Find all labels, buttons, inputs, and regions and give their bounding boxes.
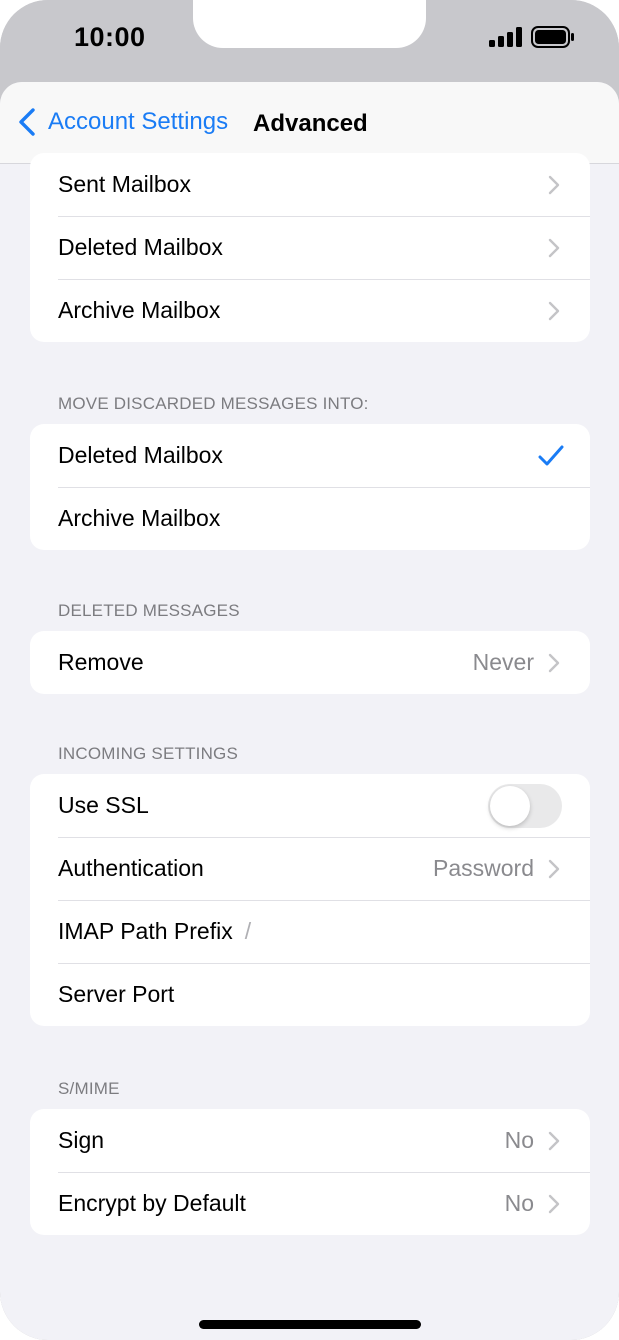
encrypt-by-default-row[interactable]: Encrypt by Default No xyxy=(30,1172,590,1235)
checkmark-icon xyxy=(538,445,564,465)
status-icons xyxy=(489,24,575,50)
row-label: Authentication xyxy=(58,855,204,881)
row-label: Deleted Mailbox xyxy=(58,442,223,468)
cellular-signal-icon xyxy=(489,27,522,47)
deleted-mailbox-row[interactable]: Deleted Mailbox xyxy=(30,216,590,279)
authentication-value: Password xyxy=(433,855,534,881)
discard-archive-mailbox-option[interactable]: Archive Mailbox xyxy=(30,487,590,550)
smime-group: Sign No Encrypt by Default No xyxy=(30,1109,590,1235)
server-port-row[interactable]: Server Port xyxy=(30,963,590,1026)
row-label: Use SSL xyxy=(58,792,149,818)
navigation-bar: Account Settings Advanced xyxy=(0,82,619,164)
row-label: Server Port xyxy=(58,981,175,1007)
sign-row[interactable]: Sign No xyxy=(30,1109,590,1172)
row-label: Sent Mailbox xyxy=(58,171,191,197)
mailbox-group: Sent Mailbox Deleted Mailbox Archive Mai… xyxy=(30,153,590,342)
discard-section-header: MOVE DISCARDED MESSAGES INTO: xyxy=(58,394,369,413)
chevron-right-icon xyxy=(548,1131,560,1150)
deleted-messages-group: Remove Never xyxy=(30,631,590,694)
chevron-right-icon xyxy=(548,653,560,672)
use-ssl-row: Use SSL xyxy=(30,774,590,837)
chevron-right-icon xyxy=(548,238,560,257)
row-label: IMAP Path Prefix xyxy=(58,918,233,944)
deleted-messages-section-header: DELETED MESSAGES xyxy=(58,601,240,620)
sent-mailbox-row[interactable]: Sent Mailbox xyxy=(30,153,590,216)
remove-row[interactable]: Remove Never xyxy=(30,631,590,694)
toggle-knob xyxy=(490,785,530,826)
sign-value: No xyxy=(504,1127,534,1153)
smime-section-header: S/MIME xyxy=(58,1079,120,1098)
row-label: Archive Mailbox xyxy=(58,297,221,323)
row-label: Deleted Mailbox xyxy=(58,234,223,260)
imap-path-prefix-row[interactable]: IMAP Path Prefix / xyxy=(30,900,590,963)
row-label: Sign xyxy=(58,1127,105,1153)
chevron-right-icon xyxy=(548,175,560,194)
incoming-settings-section-header: INCOMING SETTINGS xyxy=(58,744,239,763)
page-title: Advanced xyxy=(253,110,368,137)
row-label: Encrypt by Default xyxy=(58,1190,246,1216)
archive-mailbox-row[interactable]: Archive Mailbox xyxy=(30,279,590,342)
screen: Account Settings Advanced Sent Mailbox D… xyxy=(0,82,619,1340)
phone-frame: 10:00 Account Settings Advanced Sent Mai… xyxy=(0,0,619,1340)
notch xyxy=(193,0,426,48)
use-ssl-toggle[interactable] xyxy=(488,783,562,828)
status-time: 10:00 xyxy=(74,22,146,52)
back-button-label: Account Settings xyxy=(48,108,229,135)
discard-group: Deleted Mailbox Archive Mailbox xyxy=(30,424,590,550)
chevron-right-icon xyxy=(548,301,560,320)
incoming-settings-group: Use SSL Authentication Password IMAP Pat… xyxy=(30,774,590,1026)
back-button[interactable]: Account Settings xyxy=(18,108,228,136)
imap-path-prefix-field[interactable]: / xyxy=(245,918,251,945)
battery-icon xyxy=(531,26,574,48)
authentication-row[interactable]: Authentication Password xyxy=(30,837,590,900)
encrypt-by-default-value: No xyxy=(504,1190,534,1216)
remove-value: Never xyxy=(472,649,534,675)
discard-deleted-mailbox-option[interactable]: Deleted Mailbox xyxy=(30,424,590,487)
chevron-left-icon xyxy=(19,108,35,136)
row-label: Archive Mailbox xyxy=(58,505,221,531)
row-label: Remove xyxy=(58,649,144,675)
chevron-right-icon xyxy=(548,1194,560,1213)
status-bar: 10:00 xyxy=(0,0,619,82)
home-indicator[interactable] xyxy=(199,1320,421,1329)
chevron-right-icon xyxy=(548,859,560,878)
